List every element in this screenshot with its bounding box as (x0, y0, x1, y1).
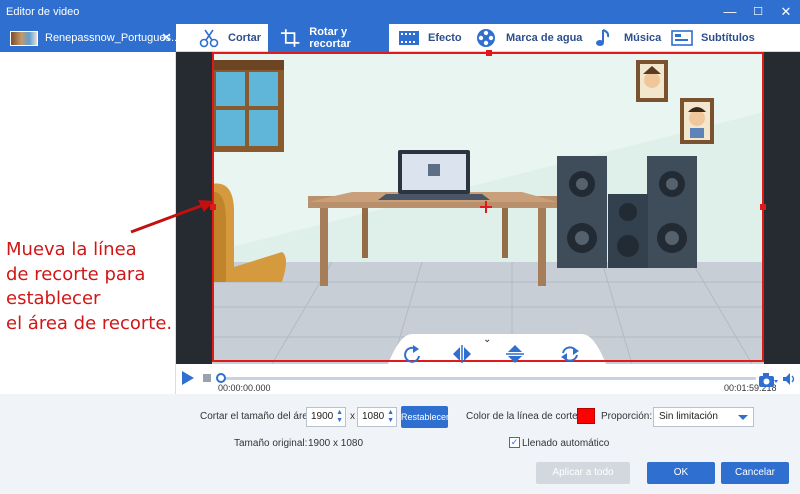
snapshot-camera-icon[interactable] (758, 372, 778, 388)
rotate-icon[interactable] (401, 344, 423, 364)
subtitles-icon (671, 30, 693, 46)
size-separator: x (350, 411, 355, 422)
crop-height-value: 1080 (362, 411, 385, 422)
file-list-item[interactable]: Renepassnow_Portugues... ✕ (0, 24, 180, 52)
crop-handle-right[interactable] (760, 204, 766, 210)
chevron-down-icon (738, 415, 748, 420)
crop-width-input[interactable]: 1900 ▲ ▼ (306, 407, 346, 427)
apply-to-all-button[interactable]: Aplicar a todo (536, 462, 630, 484)
crop-area-label: Cortar el tamaño del área: (200, 411, 317, 422)
auto-fill-label: Llenado automático (522, 438, 610, 449)
annotation-line: el área de recorte. (6, 312, 173, 334)
seek-track[interactable] (219, 377, 756, 380)
crop-height-input[interactable]: 1080 ▲ ▼ (357, 407, 397, 427)
editor-tab-bar: Cortar Rotar y recortar Efecto Marca de … (176, 24, 800, 52)
rotate-flip-controls (391, 334, 601, 364)
close-window-button[interactable]: ✕ (772, 0, 800, 24)
flip-horizontal-icon[interactable] (451, 344, 473, 364)
seek-knob[interactable] (216, 373, 226, 383)
crop-line-color-swatch[interactable] (577, 408, 595, 424)
ratio-label: Proporción: (601, 411, 653, 422)
file-name: Renepassnow_Portugues... (45, 32, 181, 44)
title-bar: Editor de video — ☐ ✕ (0, 0, 800, 24)
scissors-icon (199, 29, 219, 48)
current-time: 00:00:00.000 (218, 383, 271, 393)
cancel-button[interactable]: Cancelar (721, 462, 789, 484)
crop-settings-panel: Cortar el tamaño del área: 1900 ▲ ▼ x 108… (0, 394, 800, 494)
crop-icon (280, 29, 300, 47)
reset-button[interactable]: Restablecer (401, 406, 449, 428)
tab-musica[interactable]: Música (594, 24, 661, 52)
crop-line-color-label: Color de la línea de corte: (466, 411, 581, 422)
tab-label: Rotar y recortar (309, 26, 351, 50)
ratio-value: Sin limitación (659, 411, 718, 422)
crop-frame[interactable] (210, 50, 766, 362)
annotation-text: Mueva la línea de recorte para establece… (6, 238, 181, 336)
tab-label: Marca de agua (506, 32, 583, 44)
annotation-line: establecer (6, 288, 101, 309)
crop-handle-top[interactable] (486, 50, 492, 56)
annotation-arrow-icon (130, 200, 214, 234)
crop-width-value: 1900 (311, 411, 334, 422)
original-size-label: Tamaño original: (234, 438, 308, 449)
music-note-icon (596, 29, 610, 46)
tab-subtitulos[interactable]: Subtítulos (671, 24, 755, 52)
tab-cortar[interactable]: Cortar (198, 24, 261, 52)
film-reel-icon (477, 29, 495, 47)
ok-button[interactable]: OK (647, 462, 715, 484)
tab-label: Cortar (228, 32, 262, 44)
tab-efecto[interactable]: Efecto (398, 24, 462, 52)
volume-icon[interactable] (782, 372, 796, 386)
video-preview: ⌄ (176, 50, 800, 364)
auto-fill-checkbox[interactable]: ✓ (509, 437, 520, 448)
tab-rotar-y-recortar[interactable]: Rotar y recortar (268, 24, 389, 52)
play-button[interactable] (182, 371, 194, 385)
tab-label: Música (624, 32, 662, 44)
video-thumbnail (10, 31, 38, 46)
width-stepper-icon[interactable]: ▲ ▼ (336, 409, 343, 425)
playback-timeline: 00:00:00.000 00:01:59.218 (176, 364, 800, 394)
remove-file-button[interactable]: ✕ (161, 30, 172, 46)
minimize-button[interactable]: — (716, 0, 744, 24)
window-title: Editor de video (6, 6, 80, 18)
tab-label: Subtítulos (701, 32, 755, 44)
tab-marca-de-agua[interactable]: Marca de agua (476, 24, 582, 52)
refresh-icon[interactable] (559, 344, 581, 364)
original-size-value: 1900 x 1080 (308, 438, 364, 449)
tab-label: Efecto (428, 32, 462, 44)
stop-button[interactable] (203, 374, 211, 382)
ratio-select[interactable]: Sin limitación (653, 407, 754, 427)
annotation-line: de recorte para (6, 263, 146, 285)
film-icon (399, 31, 419, 45)
collapse-chevron-icon[interactable]: ⌄ (483, 334, 491, 345)
height-stepper-icon[interactable]: ▲ ▼ (387, 409, 394, 425)
maximize-button[interactable]: ☐ (744, 0, 772, 24)
flip-vertical-icon[interactable] (504, 344, 526, 364)
